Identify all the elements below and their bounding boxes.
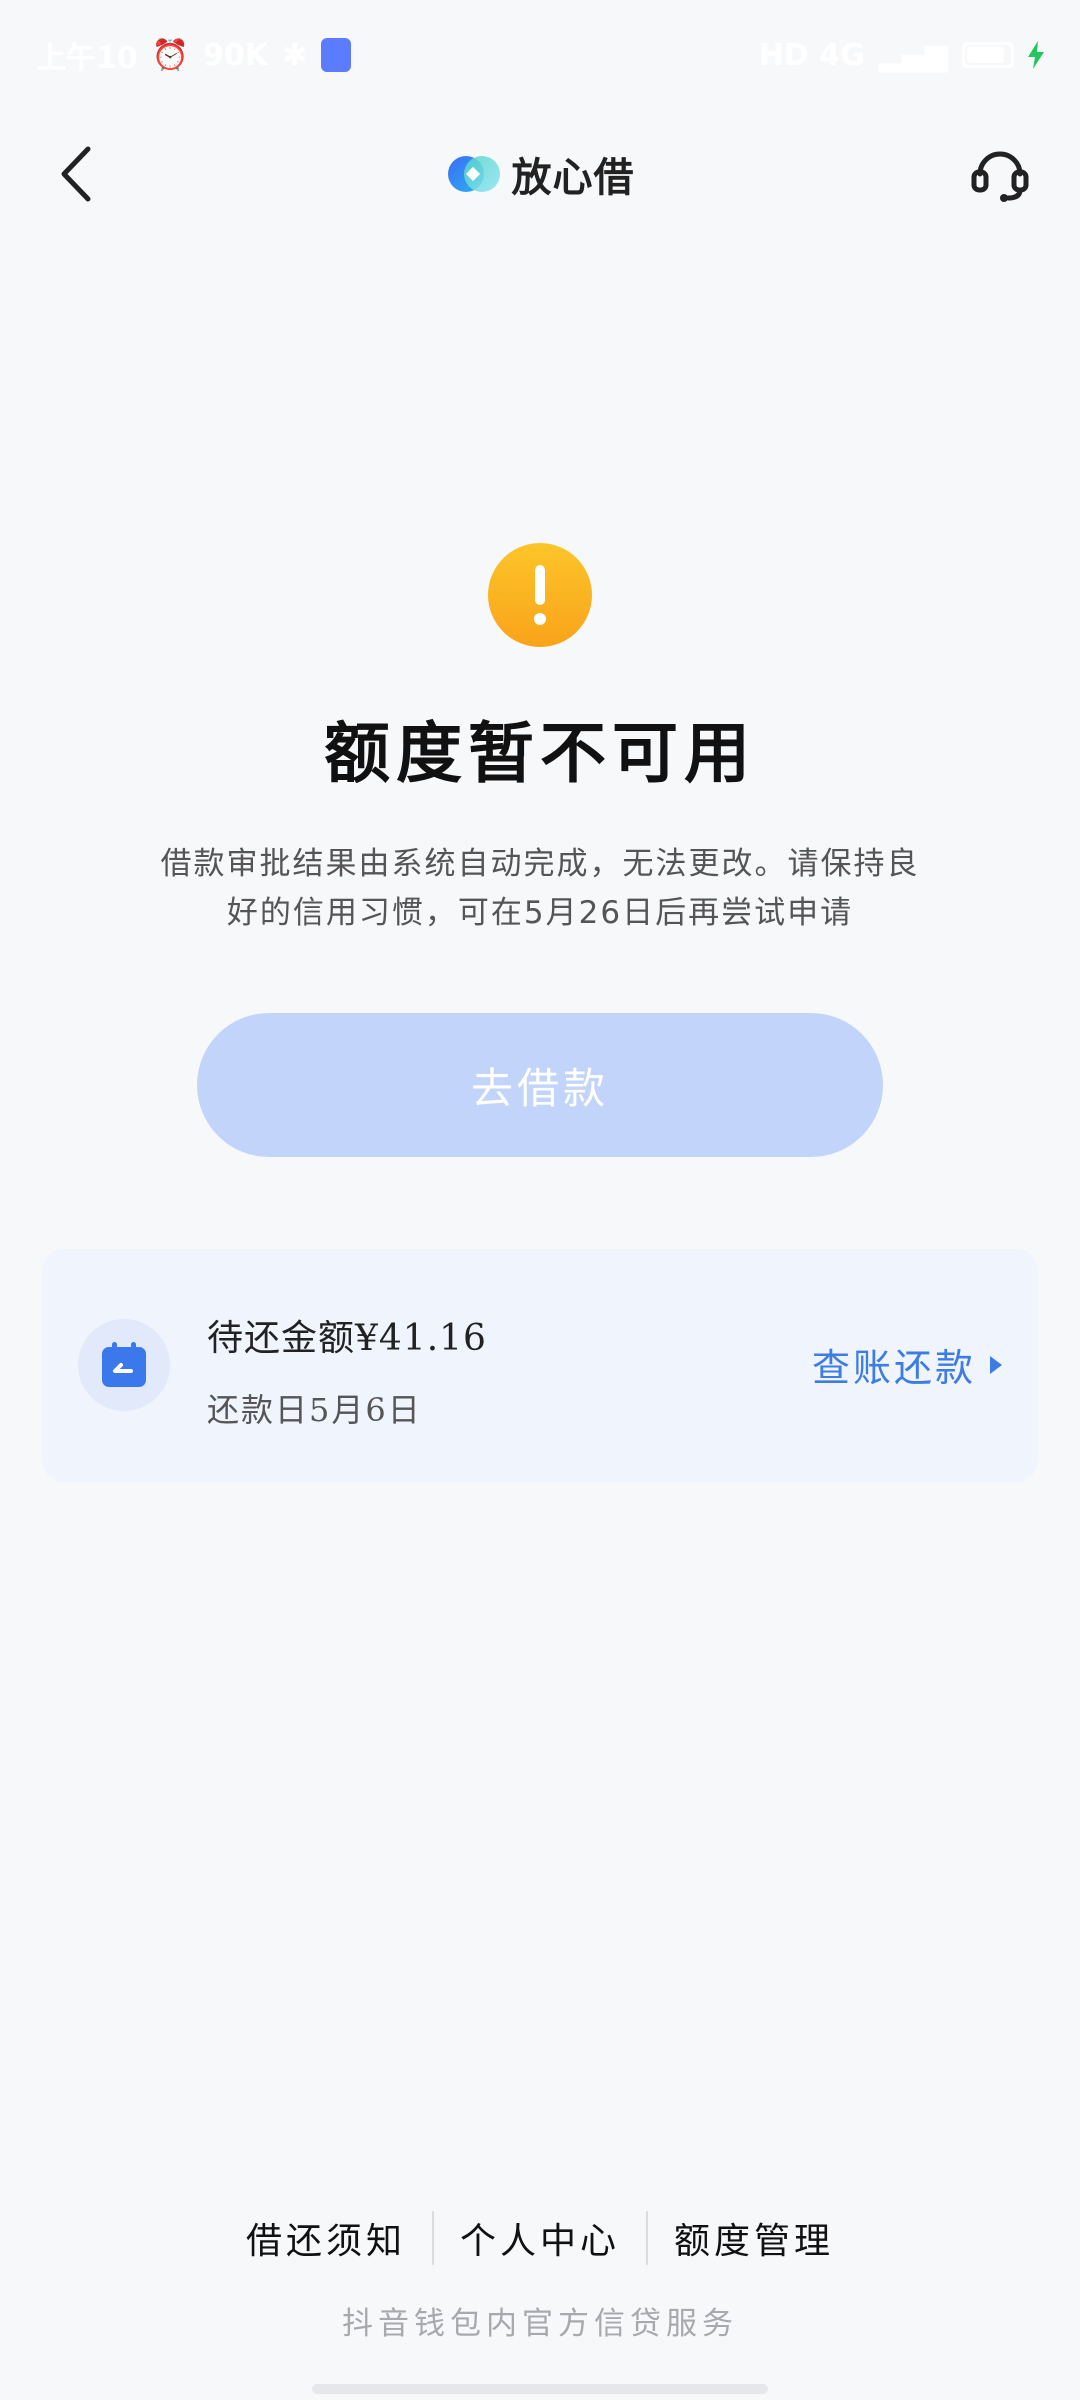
alarm-icon: ⏰ xyxy=(151,37,190,73)
battery-icon xyxy=(962,42,1014,68)
result-title: 额度暂不可用 xyxy=(324,714,756,792)
chevron-right-icon xyxy=(990,1355,1002,1374)
charging-icon xyxy=(1028,41,1044,69)
borrow-button[interactable]: 去借款 xyxy=(197,1013,883,1157)
home-indicator[interactable] xyxy=(312,2384,768,2394)
result-description: 借款审批结果由系统自动完成，无法更改。请保持良 好的信用习惯，可在5月26日后再… xyxy=(120,840,960,938)
brand-logo: 放心借 xyxy=(440,124,640,224)
status-right: HD 4G ▂▄▆ xyxy=(759,38,1044,73)
link-loan-notice[interactable]: 借还须知 xyxy=(220,2212,432,2264)
status-bar: 上午10 ⏰ 90K ✱ HD 4G ▂▄▆ xyxy=(0,0,1080,110)
status-time: 上午10 xyxy=(36,41,138,76)
headset-icon xyxy=(971,151,1029,202)
repayment-icon-wrapper xyxy=(78,1319,170,1411)
view-bill-repay-link[interactable]: 查账还款 xyxy=(812,1337,1002,1392)
view-bill-repay-label: 查账还款 xyxy=(811,1346,976,1390)
back-button[interactable] xyxy=(40,124,110,224)
repayment-date: 还款日5月6日 xyxy=(207,1391,422,1429)
result-description-line2: 好的信用习惯，可在5月26日后再尝试申请 xyxy=(226,895,854,931)
link-credit-management[interactable]: 额度管理 xyxy=(648,2212,860,2264)
footer-note: 抖音钱包内官方信贷服务 xyxy=(342,2306,738,2342)
signal-icon: ▂▄▆ xyxy=(878,37,948,73)
brand-logo-icon xyxy=(447,156,500,192)
back-arrow-icon xyxy=(61,146,91,202)
network-speed: 90K xyxy=(203,37,269,73)
bottom-links: 借还须知 个人中心 额度管理 xyxy=(0,2208,1080,2268)
link-personal-center[interactable]: 个人中心 xyxy=(434,2212,646,2264)
calendar-icon xyxy=(102,1342,146,1387)
brand-name: 放心借 xyxy=(511,155,635,201)
bluetooth-icon: ✱ xyxy=(282,37,308,73)
status-left: 上午10 ⏰ 90K ✱ xyxy=(36,33,352,77)
network-type: HD 4G xyxy=(758,37,865,73)
repayment-amount: 待还金额¥41.16 xyxy=(207,1318,487,1359)
warning-icon xyxy=(488,543,592,647)
notification-app-icon xyxy=(321,38,352,72)
customer-service-button[interactable] xyxy=(960,124,1040,224)
header: 放心借 xyxy=(0,110,1080,260)
result-description-line1: 借款审批结果由系统自动完成，无法更改。请保持良 xyxy=(160,846,920,882)
repayment-card[interactable]: 待还金额¥41.16 还款日5月6日 查账还款 xyxy=(42,1249,1038,1482)
